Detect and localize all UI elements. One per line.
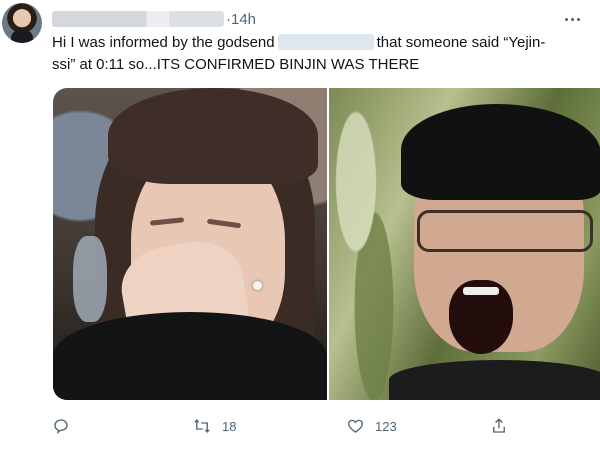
redacted-username[interactable] <box>52 11 224 27</box>
heart-icon <box>348 419 363 433</box>
like-count: 123 <box>375 418 397 434</box>
timestamp[interactable]: ·14h <box>226 11 256 28</box>
media-image-crying-woman[interactable] <box>53 88 327 400</box>
tweet-media[interactable] <box>53 88 600 400</box>
redacted-mention[interactable] <box>277 34 374 50</box>
reply-button[interactable] <box>52 417 70 435</box>
tweet-text-part-2: that someone said “Yejin- <box>376 34 546 51</box>
tweet-header: ·14h <box>52 9 590 29</box>
retweet-icon <box>194 418 210 434</box>
more-icon[interactable] <box>562 11 582 27</box>
reply-icon <box>54 419 68 434</box>
retweet-count: 18 <box>222 418 237 434</box>
tweet-text-part-1: Hi I was informed by the godsend <box>52 34 275 51</box>
share-icon <box>493 418 505 433</box>
media-image-crying-man[interactable] <box>329 88 600 400</box>
avatar[interactable] <box>2 3 42 43</box>
like-button[interactable]: 123 <box>346 417 397 435</box>
tweet-text: Hi I was informed by the godsend that som… <box>52 32 572 76</box>
tweet-actions: 18 123 <box>52 414 552 438</box>
tweet-text-line-2: ssi” at 0:11 so...ITS CONFIRMED BINJIN W… <box>52 56 420 73</box>
share-button[interactable] <box>490 417 508 435</box>
retweet-button[interactable]: 18 <box>192 417 236 435</box>
